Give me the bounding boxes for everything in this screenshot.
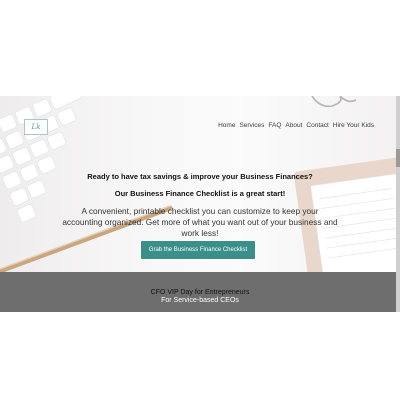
top-whitespace — [0, 0, 400, 96]
hero-section: Lk Home Services FAQ About Contact Hire … — [0, 96, 400, 272]
nav-faq[interactable]: FAQ — [268, 122, 281, 129]
main-navigation: Home Services FAQ About Contact Hire You… — [218, 122, 374, 129]
vip-title: CFO VIP Day for Entrepreneurs — [150, 289, 250, 296]
nav-services[interactable]: Services — [239, 122, 264, 129]
site-logo[interactable]: Lk — [24, 119, 48, 135]
scrollbar-track[interactable] — [396, 96, 400, 312]
nav-about[interactable]: About — [285, 122, 302, 129]
keyboard-image — [0, 96, 82, 223]
nav-home[interactable]: Home — [218, 122, 235, 129]
vip-day-section: CFO VIP Day for Entrepreneurs For Servic… — [0, 272, 400, 312]
vip-subtitle: For Service-based CEOs — [161, 297, 239, 304]
scrollbar-thumb[interactable] — [396, 149, 400, 167]
hero-description: A convenient, printable checklist you ca… — [62, 206, 338, 238]
hero-headline: Ready to have tax savings & improve your… — [87, 172, 313, 181]
bottom-whitespace — [0, 312, 400, 400]
nav-hire-your-kids[interactable]: Hire Your Kids — [333, 122, 374, 129]
hero-subheadline: Our Business Finance Checklist is a grea… — [114, 189, 286, 198]
glasses-image — [311, 96, 357, 108]
nav-contact[interactable]: Contact — [306, 122, 328, 129]
checklist-cta-button[interactable]: Grab the Business Finance Checklist — [141, 241, 255, 259]
